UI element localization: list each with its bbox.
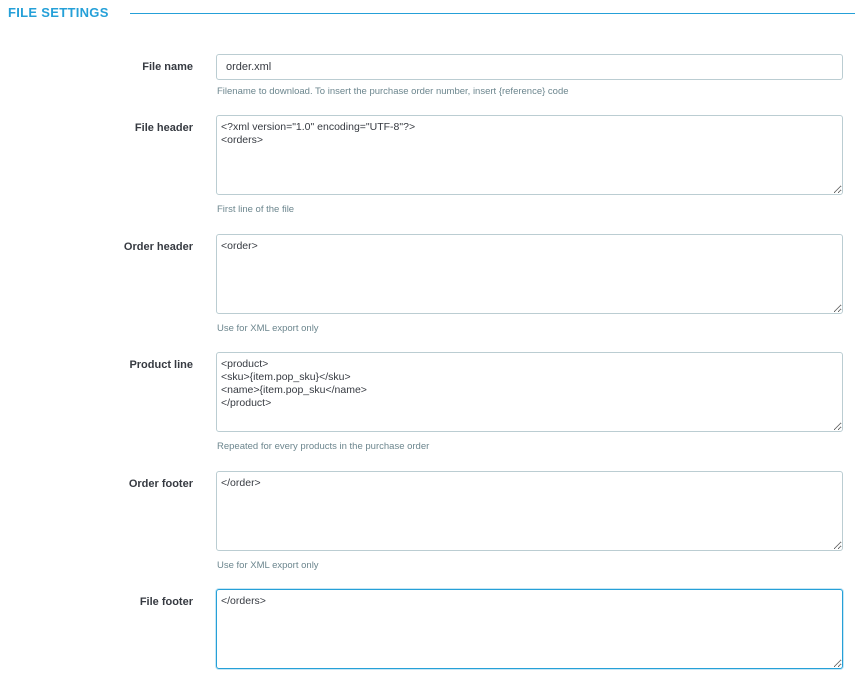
section-divider — [130, 13, 855, 14]
product-line-textarea[interactable]: <product> <sku>{item.pop_sku}</sku> <nam… — [216, 352, 843, 432]
product-line-label: Product line — [129, 359, 193, 371]
order-header-label: Order header — [123, 241, 193, 253]
file-footer-textarea[interactable]: </orders> — [216, 589, 843, 669]
order-header-textarea[interactable]: <order> — [216, 234, 843, 314]
file-header-help: First line of the file — [217, 204, 295, 215]
file-settings-header: FILE SETTINGS — [8, 4, 855, 24]
order-footer-label: Order footer — [128, 478, 193, 490]
order-footer-help: Use for XML export only — [217, 560, 319, 571]
file-header-label: File header — [134, 122, 193, 134]
section-title: FILE SETTINGS — [8, 5, 109, 20]
file-name-help: Filename to download. To insert the purc… — [217, 86, 569, 97]
product-line-help: Repeated for every products in the purch… — [217, 441, 430, 452]
order-header-help: Use for XML export only — [217, 323, 319, 334]
file-footer-label: File footer — [139, 596, 193, 608]
file-header-textarea[interactable]: <?xml version="1.0" encoding="UTF-8"?> <… — [216, 115, 843, 195]
order-footer-textarea[interactable]: </order> — [216, 471, 843, 551]
file-name-input[interactable] — [216, 54, 843, 80]
file-name-label: File name — [142, 61, 193, 73]
